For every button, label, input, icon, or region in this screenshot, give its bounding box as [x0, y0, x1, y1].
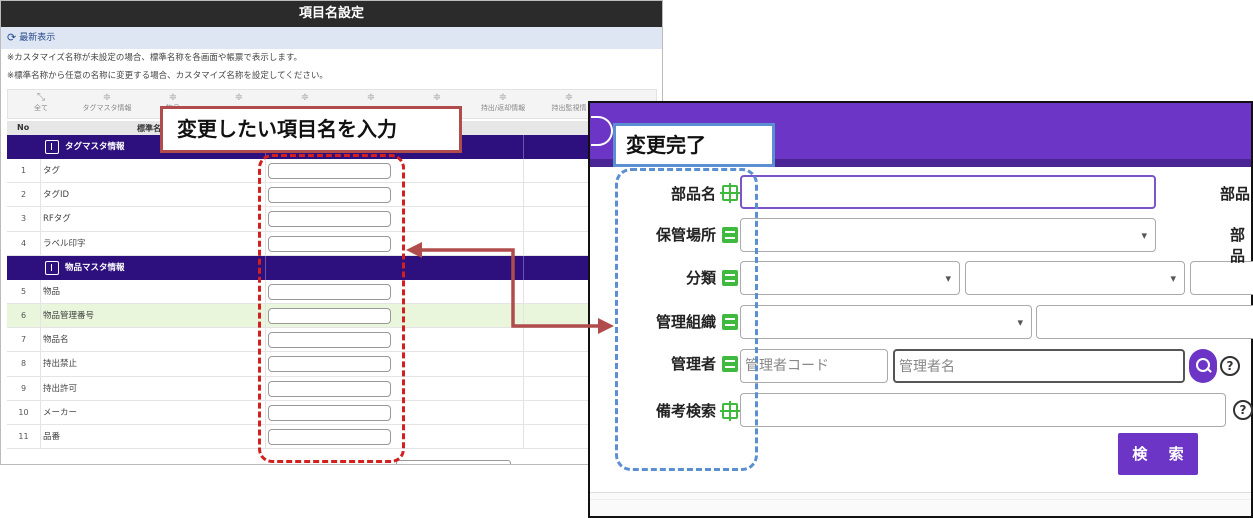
- arrowhead-right-icon: [598, 318, 614, 334]
- connector-arrow: [406, 242, 614, 334]
- arrowhead-left-icon: [406, 242, 422, 258]
